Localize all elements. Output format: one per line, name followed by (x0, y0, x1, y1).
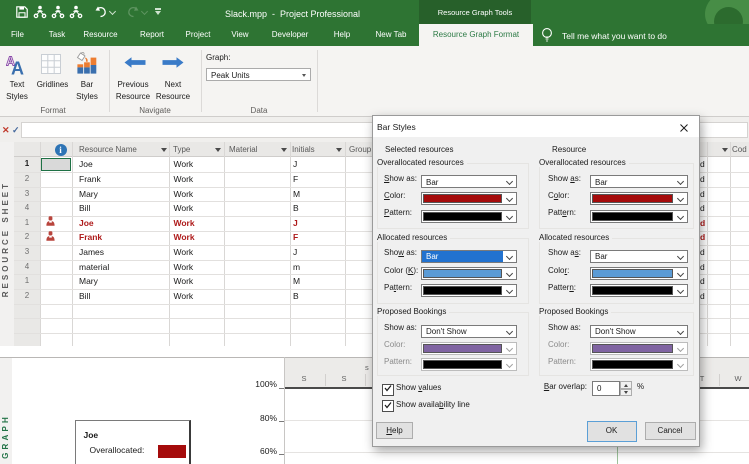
svg-text:A: A (11, 59, 24, 77)
